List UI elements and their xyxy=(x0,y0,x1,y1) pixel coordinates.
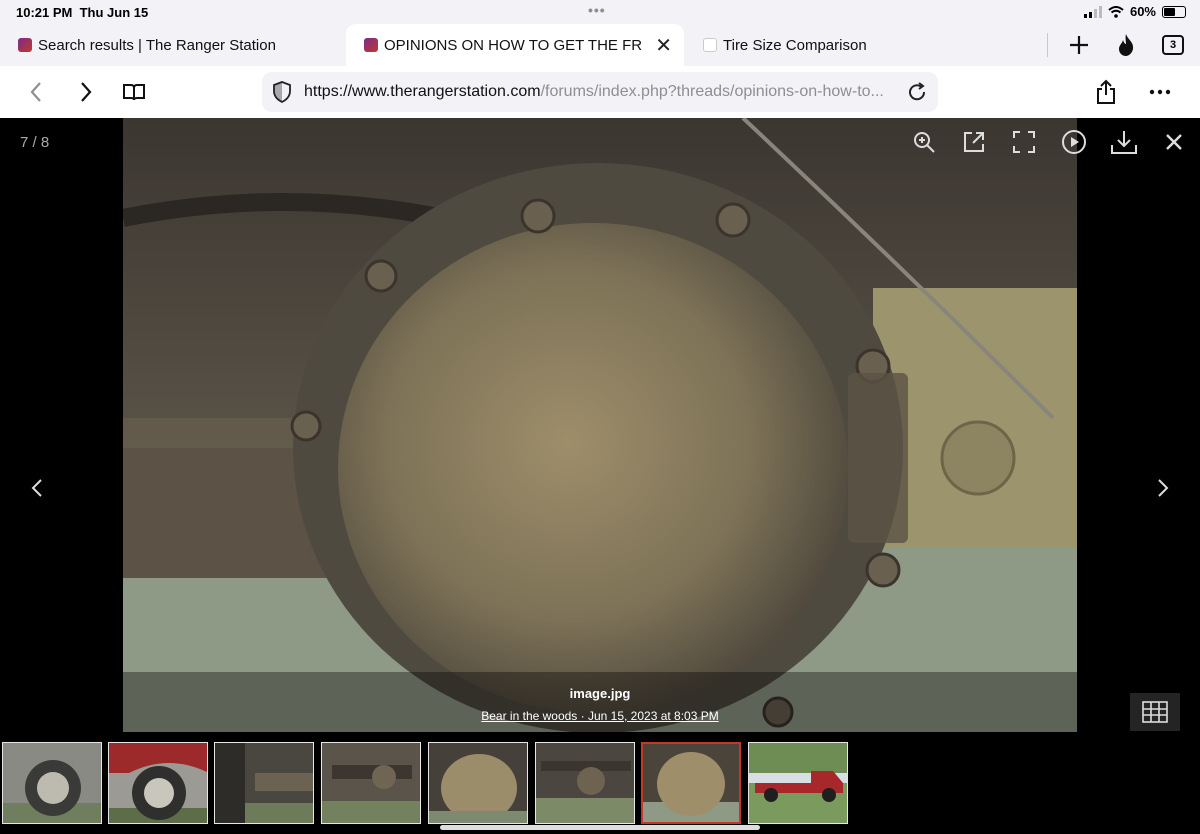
viewer-toolbar xyxy=(910,128,1188,156)
thumbnail[interactable] xyxy=(214,742,314,824)
thumbnail-active[interactable] xyxy=(641,742,741,824)
chevron-left-icon xyxy=(31,479,42,497)
tab-count-label: 3 xyxy=(1169,39,1177,51)
wifi-icon xyxy=(1108,5,1124,18)
thumbnail[interactable] xyxy=(2,742,102,824)
next-image-button[interactable] xyxy=(1148,473,1178,503)
share-icon xyxy=(1097,79,1115,104)
url-text: https://www.therangerstation.com/forums/… xyxy=(304,83,894,101)
fullscreen-icon xyxy=(1013,131,1035,153)
close-tab-icon[interactable]: ✕ xyxy=(655,33,672,58)
zoom-button[interactable] xyxy=(910,128,938,156)
shield-icon xyxy=(273,81,291,103)
share-button[interactable] xyxy=(1092,78,1120,106)
tab-count-button[interactable]: 3 xyxy=(1162,35,1184,55)
lightbox-image[interactable] xyxy=(123,118,1077,732)
download-button[interactable] xyxy=(1110,128,1138,156)
previous-image-button[interactable] xyxy=(22,473,52,503)
reload-icon[interactable] xyxy=(906,81,928,103)
tire-favicon-icon xyxy=(703,38,717,52)
open-external-button[interactable] xyxy=(960,128,988,156)
caption-title: image.jpg xyxy=(569,686,631,701)
address-bar[interactable]: https://www.therangerstation.com/forums/… xyxy=(262,72,938,112)
slideshow-button[interactable] xyxy=(1060,128,1088,156)
url-path: /forums/index.php?threads/opinions-on-ho… xyxy=(540,83,884,100)
site-favicon-icon xyxy=(364,38,378,52)
download-icon xyxy=(1111,131,1137,154)
external-link-icon xyxy=(964,132,984,152)
multitasking-dots[interactable]: ••• xyxy=(588,2,606,18)
tab-search-results[interactable]: Search results | The Ranger Station xyxy=(0,24,345,66)
more-button[interactable] xyxy=(1146,78,1174,106)
site-favicon-icon xyxy=(18,38,32,52)
thumbnail[interactable] xyxy=(108,742,208,824)
home-indicator xyxy=(440,825,760,830)
new-tab-icon[interactable] xyxy=(1068,34,1090,56)
chevron-left-icon xyxy=(30,82,41,102)
battery-percent: 60% xyxy=(1129,4,1156,19)
fullscreen-button[interactable] xyxy=(1010,128,1038,156)
thumbnail[interactable] xyxy=(321,742,421,824)
reader-button[interactable] xyxy=(120,78,148,106)
caption-meta-link[interactable]: Bear in the woods · Jun 15, 2023 at 8:03… xyxy=(123,709,1077,723)
grid-icon xyxy=(1142,701,1168,723)
back-button[interactable] xyxy=(22,78,50,106)
play-icon xyxy=(1062,130,1086,154)
url-domain: https://www.therangerstation.com xyxy=(304,83,541,100)
close-icon xyxy=(1166,134,1182,150)
thumbnail-strip xyxy=(0,732,1200,834)
tab-opinions[interactable]: OPINIONS ON HOW TO GET THE FR ✕ xyxy=(346,24,684,66)
tab-tools: 3 xyxy=(1047,24,1184,66)
tab-title: Tire Size Comparison xyxy=(723,36,867,54)
zoom-in-icon xyxy=(914,132,935,153)
close-viewer-button[interactable] xyxy=(1160,128,1188,156)
thumbnail[interactable] xyxy=(535,742,635,824)
forward-button[interactable] xyxy=(72,78,100,106)
status-right: 60% xyxy=(1083,4,1186,19)
thumbnail[interactable] xyxy=(748,742,848,824)
image-counter: 7 / 8 xyxy=(20,134,50,151)
browser-toolbar: https://www.therangerstation.com/forums/… xyxy=(0,66,1200,118)
status-bar: 10:21 PM Thu Jun 15 ••• 60% xyxy=(0,0,1200,24)
divider xyxy=(1047,33,1048,57)
tab-strip: Search results | The Ranger Station OPIN… xyxy=(0,24,1200,66)
book-icon xyxy=(123,84,145,101)
chevron-right-icon xyxy=(1158,479,1169,497)
cellular-icon xyxy=(1083,5,1102,18)
battery-icon xyxy=(1162,5,1186,18)
tab-title: OPINIONS ON HOW TO GET THE FR xyxy=(384,36,642,54)
thumbnail[interactable] xyxy=(428,742,528,824)
flame-icon[interactable] xyxy=(1116,33,1136,57)
more-icon xyxy=(1149,89,1171,95)
tab-title: Search results | The Ranger Station xyxy=(38,36,276,54)
lightbox-viewer: 7 / 8 image.jpg Bear in the woods · Jun … xyxy=(0,118,1200,732)
tab-tire-size[interactable]: Tire Size Comparison xyxy=(685,24,1015,66)
image-caption: image.jpg Bear in the woods · Jun 15, 20… xyxy=(123,672,1077,732)
status-time: 10:21 PM Thu Jun 15 xyxy=(16,5,149,20)
chevron-right-icon xyxy=(81,82,92,102)
thumbnail-grid-button[interactable] xyxy=(1130,693,1180,731)
